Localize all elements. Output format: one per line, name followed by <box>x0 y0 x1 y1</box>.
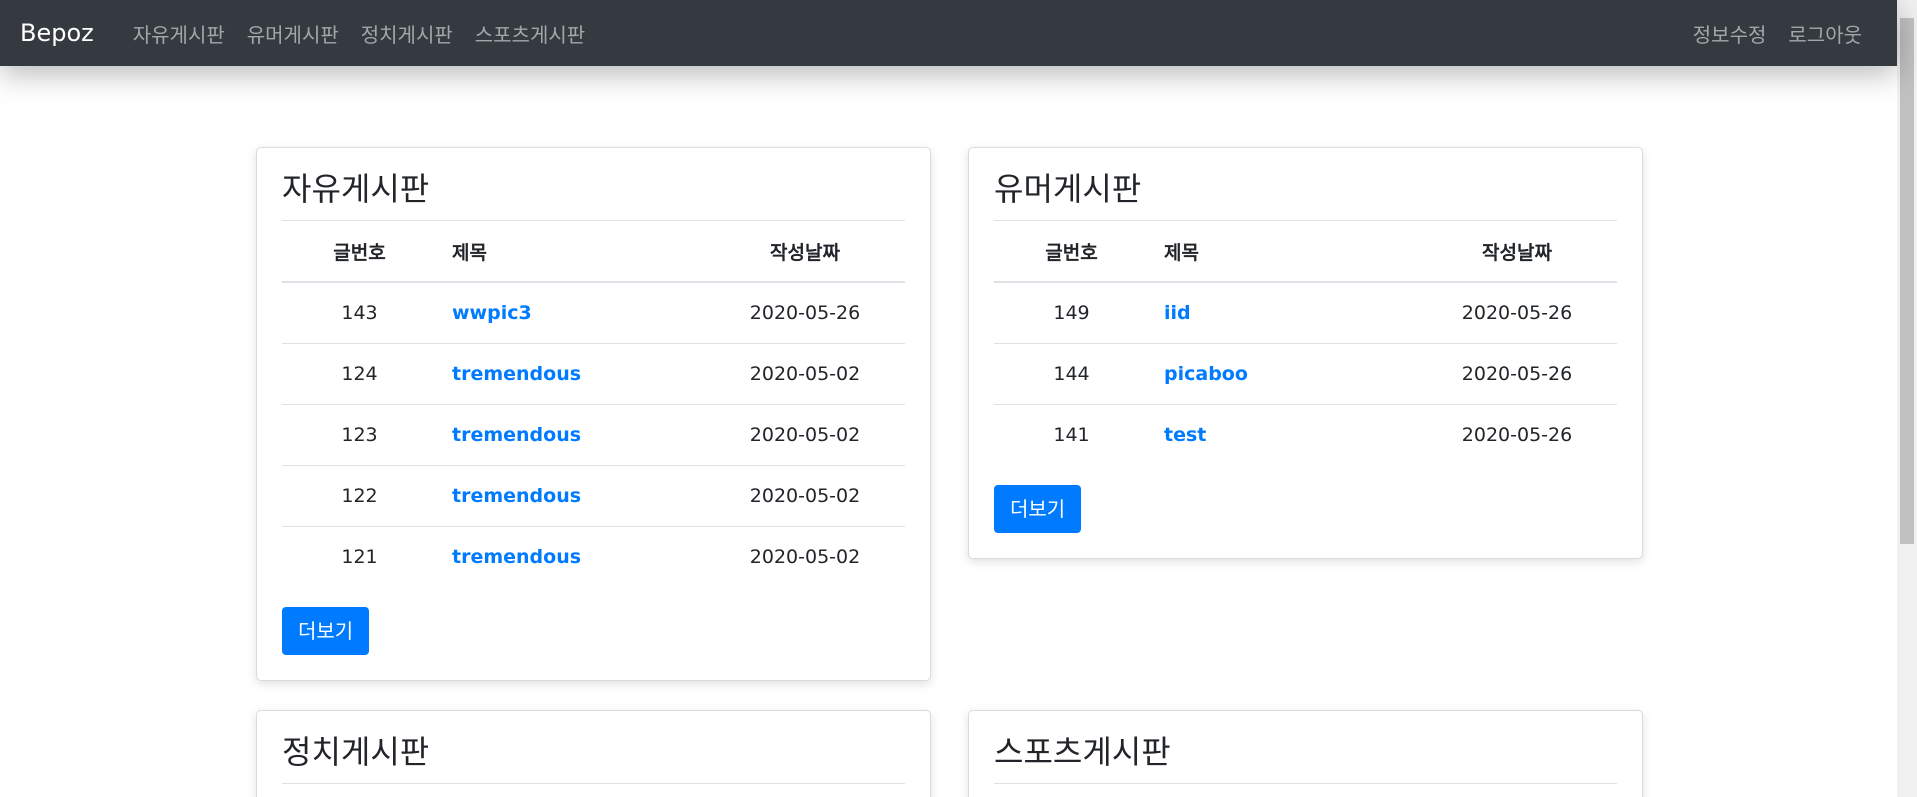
board-card-sports: 스포츠게시판 <box>968 710 1643 797</box>
table-row: 121 tremendous 2020-05-02 <box>282 526 905 587</box>
post-title-link[interactable]: tremendous <box>452 363 581 385</box>
nav-link-logout[interactable]: 로그아웃 <box>1777 19 1873 48</box>
nav-link-edit-profile[interactable]: 정보수정 <box>1682 19 1778 48</box>
brand-logo[interactable]: Bepoz <box>20 19 94 47</box>
board-card-politics: 정치게시판 <box>256 710 931 797</box>
board-title: 스포츠게시판 <box>994 731 1617 784</box>
post-date: 2020-05-02 <box>705 404 905 466</box>
post-date: 2020-05-02 <box>749 545 861 568</box>
post-title-link[interactable]: tremendous <box>452 424 581 446</box>
post-number: 124 <box>282 343 437 405</box>
table-row: 141 test 2020-05-26 <box>994 404 1617 465</box>
board-card-humor: 유머게시판 글번호 제목 작성날짜 149 iid 2020-05-26 144… <box>968 147 1643 559</box>
post-title-link[interactable]: wwpic3 <box>452 302 532 324</box>
top-navbar: Bepoz 자유게시판 유머게시판 정치게시판 스포츠게시판 정보수정 로그아웃 <box>0 0 1897 66</box>
table-row: 124 tremendous 2020-05-02 <box>282 343 905 405</box>
post-number: 143 <box>282 282 437 344</box>
post-number: 144 <box>994 343 1149 405</box>
more-button[interactable]: 더보기 <box>994 485 1082 533</box>
board-card-free: 자유게시판 글번호 제목 작성날짜 143 wwpic3 2020-05-26 … <box>256 147 931 681</box>
post-number: 122 <box>282 465 437 527</box>
post-date: 2020-05-26 <box>1461 423 1573 446</box>
table-header-row: 글번호 제목 작성날짜 <box>994 221 1617 283</box>
board-title: 정치게시판 <box>282 731 905 784</box>
column-header-title: 제목 <box>437 221 705 283</box>
column-header-date: 작성날짜 <box>705 221 905 283</box>
nav-right-menu: 정보수정 로그아웃 <box>1682 19 1873 48</box>
table-row: 123 tremendous 2020-05-02 <box>282 404 905 466</box>
column-header-no: 글번호 <box>994 221 1149 283</box>
column-header-date: 작성날짜 <box>1417 221 1617 283</box>
table-row: 143 wwpic3 2020-05-26 <box>282 282 905 344</box>
post-number: 121 <box>341 545 378 568</box>
post-date: 2020-05-02 <box>705 343 905 405</box>
scrollbar-thumb[interactable] <box>1900 18 1914 544</box>
more-button[interactable]: 더보기 <box>282 607 370 655</box>
post-table: 글번호 제목 작성날짜 149 iid 2020-05-26 144 picab… <box>994 221 1617 465</box>
post-table: 글번호 제목 작성날짜 143 wwpic3 2020-05-26 124 tr… <box>282 221 905 587</box>
post-number: 123 <box>282 404 437 466</box>
table-row: 122 tremendous 2020-05-02 <box>282 465 905 527</box>
post-number: 141 <box>1053 423 1090 446</box>
table-row: 149 iid 2020-05-26 <box>994 282 1617 344</box>
post-title-link[interactable]: picaboo <box>1164 363 1248 385</box>
nav-link-sports-board[interactable]: 스포츠게시판 <box>464 19 596 48</box>
page-scrollbar[interactable] <box>1897 0 1917 797</box>
post-date: 2020-05-26 <box>1417 343 1617 405</box>
board-title: 유머게시판 <box>994 168 1617 221</box>
table-row: 144 picaboo 2020-05-26 <box>994 343 1617 405</box>
post-title-link[interactable]: tremendous <box>452 485 581 507</box>
post-date: 2020-05-02 <box>705 465 905 527</box>
table-header-row: 글번호 제목 작성날짜 <box>282 221 905 283</box>
post-date: 2020-05-26 <box>705 282 905 344</box>
post-date: 2020-05-26 <box>1417 282 1617 344</box>
post-title-link[interactable]: tremendous <box>452 546 581 568</box>
post-number: 149 <box>994 282 1149 344</box>
column-header-no: 글번호 <box>282 221 437 283</box>
column-header-title: 제목 <box>1149 221 1417 283</box>
nav-link-humor-board[interactable]: 유머게시판 <box>236 19 350 48</box>
post-title-link[interactable]: iid <box>1164 302 1191 324</box>
nav-link-free-board[interactable]: 자유게시판 <box>122 19 236 48</box>
board-title: 자유게시판 <box>282 168 905 221</box>
nav-link-politics-board[interactable]: 정치게시판 <box>350 19 464 48</box>
post-title-link[interactable]: test <box>1164 424 1206 446</box>
nav-left-menu: 자유게시판 유머게시판 정치게시판 스포츠게시판 <box>122 19 596 48</box>
